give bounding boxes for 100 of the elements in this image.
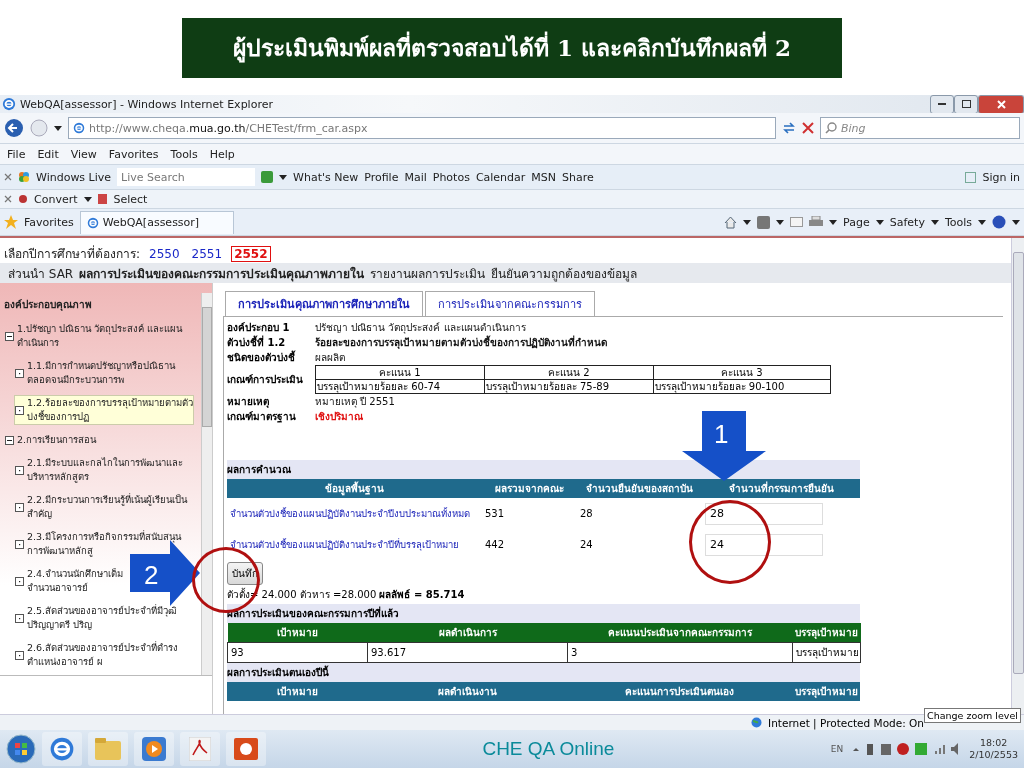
year-link[interactable]: 2550: [146, 245, 183, 262]
caret-icon[interactable]: [829, 219, 838, 225]
favorites-button[interactable]: Favorites: [24, 215, 74, 229]
close-button[interactable]: [978, 94, 1024, 114]
clock[interactable]: 18:02 2/10/2553: [969, 737, 1018, 761]
toolbar-link[interactable]: Profile: [364, 170, 399, 184]
criteria-cell: บรรลุเป้าหมายร้อยละ 60-74: [315, 379, 485, 394]
toolbar-link[interactable]: What's New: [293, 170, 359, 184]
stop-icon[interactable]: [802, 122, 814, 134]
tree-item[interactable]: 2.2.มีกระบวนการเรียนรู้ที่เน้นผู้เรียนเป็น สำคัญ: [14, 492, 189, 522]
tab[interactable]: การประเมินจากคณะกรรมการ: [425, 291, 595, 317]
save-button[interactable]: บันทึก: [227, 562, 263, 585]
globe-icon: [751, 717, 763, 728]
address-field[interactable]: http://www.cheqa.mua.go.th/CHETest/frm_car.aspx: [68, 117, 776, 139]
menu-item[interactable]: Help: [206, 147, 238, 161]
column-header: จำนวนยืนยันของสถาบัน: [577, 479, 702, 498]
printer-icon[interactable]: [809, 215, 824, 229]
tree-item[interactable]: 1.1.มีการกำหนดปรัชญาหรือปณิธาน ตลอดจนมีกระบวนการพ: [14, 358, 177, 388]
toolbar-link[interactable]: Calendar: [475, 170, 526, 184]
info-label: หมายเหตุ: [227, 395, 270, 409]
menu-item[interactable]: Favorites: [105, 147, 162, 161]
info-label: เกณฑ์มาตรฐาน: [227, 410, 297, 424]
tree-item[interactable]: 1.2.ร้อยละของการบรรลุเป้าหมายตามตัว บ่งชี้ของการปฏ: [14, 395, 195, 425]
data-link[interactable]: จำนวนตัวบ่งชี้ของแผนปฏิบัติงานประจำปีที่บรรลุเป้าหมาย: [230, 539, 459, 550]
column-header: ผลดำเนินการ: [367, 623, 568, 643]
menu-item[interactable]: View: [67, 147, 100, 161]
go-icon[interactable]: [261, 171, 274, 183]
year-label: เลือกปีการศึกษาที่ต้องการ:: [4, 244, 141, 263]
info-value: ผลผลิต: [315, 351, 345, 365]
caret-icon[interactable]: [743, 219, 752, 225]
year-link[interactable]: 2551: [188, 245, 226, 262]
close-toolbar-icon[interactable]: [4, 195, 12, 203]
tree-item[interactable]: 2.4.จำนวนนักศึกษาเต็ม จำนวนอาจารย์: [14, 566, 125, 596]
home-icon[interactable]: [724, 215, 738, 229]
toolbar-link[interactable]: MSN: [531, 170, 557, 184]
slides-taskbar-button[interactable]: [226, 732, 266, 766]
toolbar-brand[interactable]: Windows Live: [36, 170, 112, 184]
refresh-icon[interactable]: [782, 121, 796, 135]
pdf-taskbar-button[interactable]: [180, 732, 220, 766]
tree-item[interactable]: 2.6.สัดส่วนของอาจารย์ประจำที่ดำรง ตำแหน่งอาจารย์ ผ: [14, 640, 180, 670]
caret-icon[interactable]: [776, 219, 785, 225]
node-icon: [15, 576, 24, 586]
toolbar-link[interactable]: Mail: [404, 170, 427, 184]
nav-link[interactable]: ยืนยันความถูกต้องของข้อมูล: [491, 263, 638, 283]
menu-item[interactable]: File: [4, 147, 29, 161]
search-field[interactable]: Bing: [820, 117, 1020, 139]
language-indicator[interactable]: EN: [830, 744, 844, 754]
tab[interactable]: การประเมินคุณภาพการศึกษาภายใน: [225, 291, 423, 317]
nav-link[interactable]: รายงานผลการประเมิน: [370, 263, 486, 283]
restore-button[interactable]: [954, 94, 978, 114]
close-toolbar-icon[interactable]: [4, 173, 12, 181]
start-icon[interactable]: [6, 734, 36, 764]
page-scrollbar[interactable]: [1011, 238, 1024, 714]
edit-icon: [965, 171, 977, 183]
tree-item[interactable]: 1.ปรัชญา ปณิธาน วัตถุประสงค์ และแผน ดำเนินการ: [4, 321, 184, 351]
collapse-icon[interactable]: [5, 435, 14, 445]
year-link[interactable]: 2552: [231, 245, 271, 262]
live-search-field[interactable]: Live Search: [117, 168, 256, 186]
sidebar-heading: องค์ประกอบคุณภาพ: [4, 298, 93, 312]
caret-icon[interactable]: [978, 219, 986, 225]
value-input[interactable]: 28: [705, 502, 823, 525]
sign-in-link[interactable]: Sign in: [982, 170, 1020, 184]
caret-icon[interactable]: [1012, 219, 1020, 225]
browser-taskbar-button[interactable]: [42, 732, 82, 766]
window-title: WebQA[assessor] - Windows Internet Explorer: [20, 97, 273, 111]
tree-item[interactable]: 2.5.สัดส่วนของอาจารย์ประจำที่มีวุฒิ ปริญญาตรี ปริญ: [14, 603, 179, 633]
command-button[interactable]: Safety: [889, 215, 925, 229]
sidebar-scrollbar[interactable]: [201, 293, 212, 675]
nav-link[interactable]: ส่วนนำ SAR: [8, 263, 74, 283]
slide-title: ผู้ประเมินพิมพ์ผลที่ตรวจสอบได้ที่ 1 และคลิกบันทึกผลที่ 2: [182, 17, 842, 78]
caret-icon[interactable]: [875, 219, 884, 225]
toolbar-link[interactable]: Photos: [432, 170, 470, 184]
data-link[interactable]: จำนวนตัวบ่งชี้ของแผนปฏิบัติงานประจำปีงบประมาณทั้งหมด: [230, 508, 470, 519]
history-caret-icon[interactable]: [54, 125, 62, 131]
caret-icon[interactable]: [930, 219, 939, 225]
star-icon[interactable]: [4, 215, 18, 229]
back-icon[interactable]: [4, 118, 24, 138]
convert-button[interactable]: Convert: [34, 192, 78, 206]
menu-item[interactable]: Edit: [34, 147, 62, 161]
command-button[interactable]: Page: [843, 215, 870, 229]
search-icon: [825, 122, 837, 134]
mail-icon[interactable]: [790, 217, 804, 227]
zone-text: Internet | Protected Mode: On: [768, 716, 924, 729]
command-button[interactable]: Tools: [944, 215, 972, 229]
value-input[interactable]: 24: [705, 533, 823, 556]
player-taskbar-button[interactable]: [134, 732, 174, 766]
column-header: คะแนนการประเมินตนเอง: [567, 682, 792, 701]
nav-link[interactable]: ผลการประเมินของคณะกรรมการประเมินคุณภาพภายใน: [79, 263, 365, 283]
column-header: บรรลุเป้าหมาย: [792, 623, 861, 643]
tree-item[interactable]: 2.1.มีระบบและกลไกในการพัฒนาและ บริหารหลักสูตร: [14, 455, 185, 485]
toolbar-link[interactable]: Share: [562, 170, 594, 184]
menu-item[interactable]: Tools: [167, 147, 201, 161]
select-button[interactable]: Select: [113, 192, 148, 206]
tree-item[interactable]: 2.การเรียนการสอน: [4, 432, 98, 448]
criteria-header: คะแนน 1: [315, 365, 485, 380]
caret-icon[interactable]: [83, 196, 92, 202]
caret-icon[interactable]: [279, 174, 288, 180]
browser-tab[interactable]: WebQA[assessor]: [79, 210, 234, 234]
minimize-button[interactable]: [930, 94, 954, 114]
collapse-icon[interactable]: [5, 331, 14, 341]
